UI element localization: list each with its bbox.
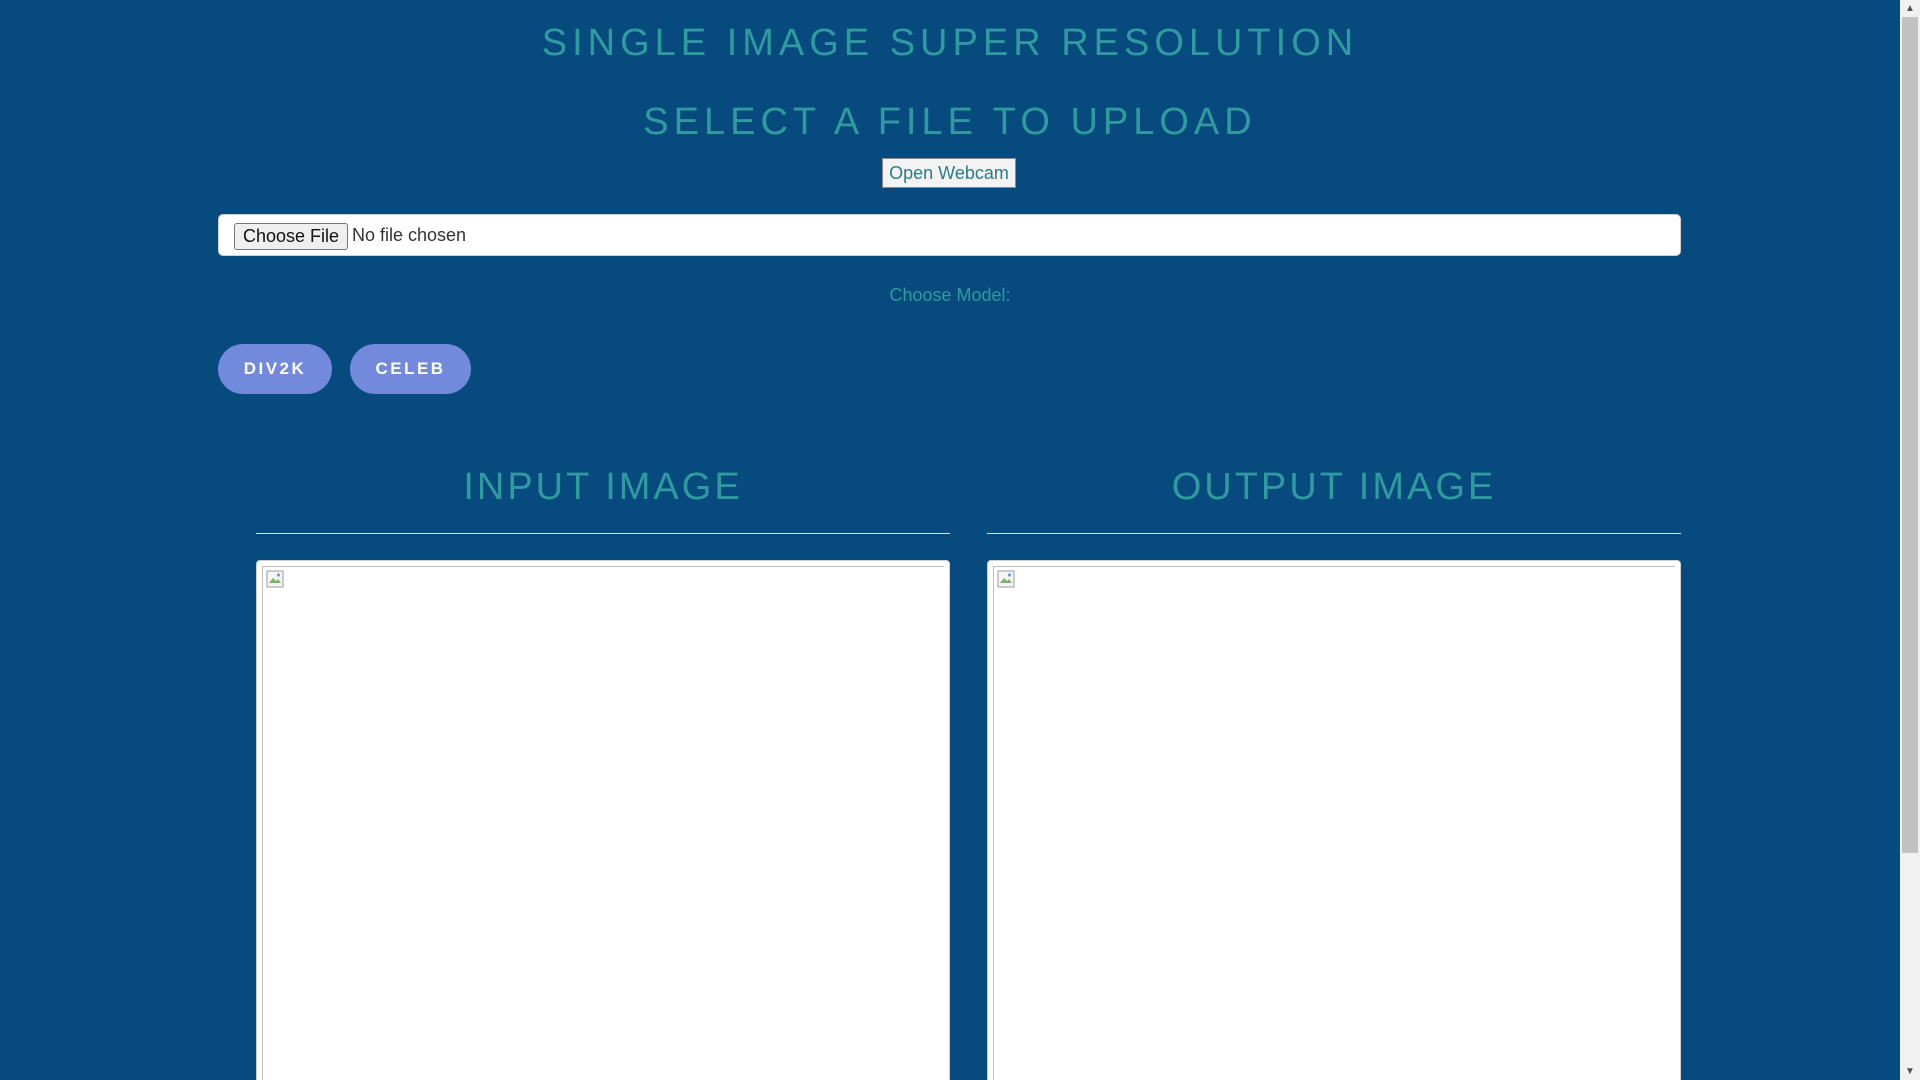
output-image-frame xyxy=(987,560,1681,1080)
input-divider xyxy=(256,533,950,534)
page-title: SINGLE IMAGE SUPER RESOLUTION xyxy=(541,22,1359,64)
file-upload-field[interactable]: Choose File No file chosen xyxy=(218,214,1681,256)
chevron-down-icon[interactable]: ▼ xyxy=(1900,1063,1920,1080)
open-webcam-button[interactable]: Open Webcam xyxy=(882,158,1016,188)
output-image xyxy=(993,566,1675,1080)
input-image-frame xyxy=(256,560,950,1080)
upload-heading: SELECT A FILE TO UPLOAD xyxy=(643,101,1257,143)
output-image-title: OUTPUT IMAGE xyxy=(1171,466,1497,508)
model-celeb-button[interactable]: CELEB xyxy=(350,344,471,394)
chevron-up-icon[interactable]: ▲ xyxy=(1900,0,1920,17)
input-image xyxy=(262,566,944,1080)
choose-model-label: Choose Model: xyxy=(889,285,1011,305)
scrollbar-thumb[interactable] xyxy=(1902,17,1918,853)
choose-file-button[interactable]: Choose File xyxy=(234,223,348,250)
broken-image-icon xyxy=(997,570,1015,588)
output-divider xyxy=(987,533,1681,534)
input-image-title: INPUT IMAGE xyxy=(463,466,743,508)
vertical-scrollbar[interactable]: ▲ ▼ xyxy=(1900,0,1920,1080)
page: SINGLE IMAGE SUPER RESOLUTION SELECT A F… xyxy=(0,0,1900,1080)
model-div2k-button[interactable]: DIV2K xyxy=(218,344,332,394)
broken-image-icon xyxy=(266,570,284,588)
file-status-text: No file chosen xyxy=(352,225,467,245)
